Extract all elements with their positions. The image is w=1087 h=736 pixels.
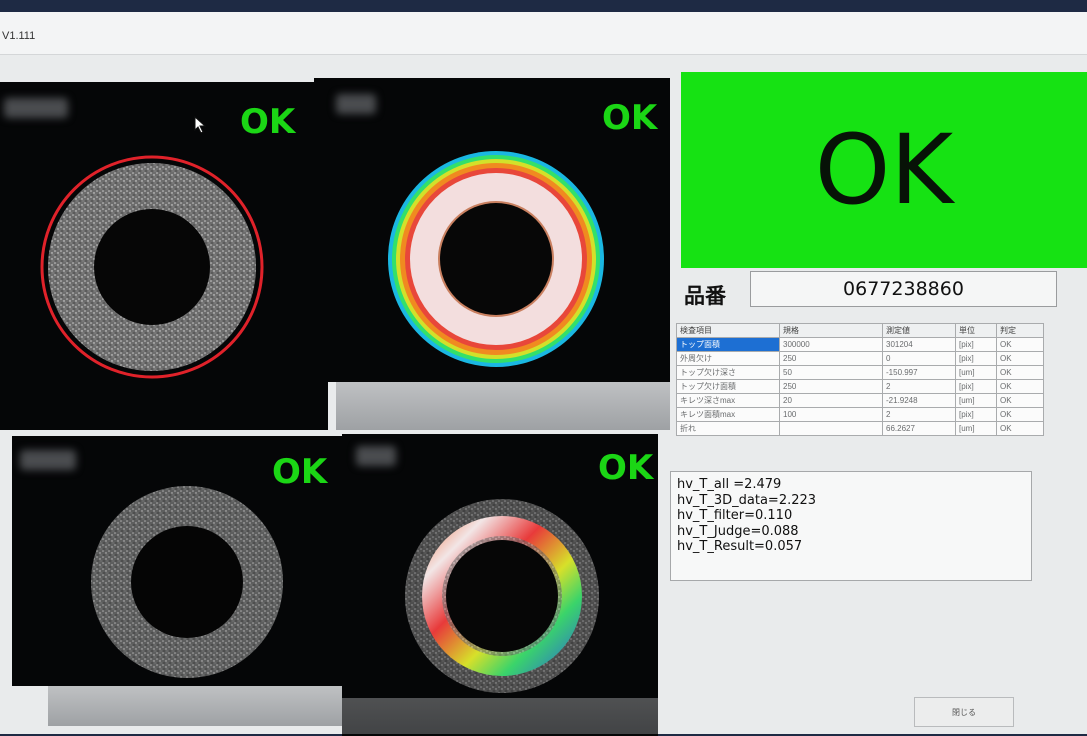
part-number-field[interactable]: 0677238860 — [750, 271, 1057, 307]
table-cell: トップ面積 — [676, 337, 780, 352]
view-height-map: OK — [314, 78, 670, 382]
col-header: 規格 — [779, 323, 883, 338]
table-cell: 外周欠け — [676, 351, 780, 366]
table-cell — [779, 421, 883, 436]
col-header: 測定値 — [882, 323, 956, 338]
ring-image-crack — [91, 486, 283, 678]
col-header: 単位 — [955, 323, 997, 338]
table-cell: 250 — [779, 379, 883, 394]
col-header: 検査項目 — [676, 323, 780, 338]
timing-line: hv_T_all =2.479 — [677, 477, 782, 492]
timing-line: hv_T_Result=0.057 — [677, 539, 803, 554]
view-crack: OK — [12, 436, 350, 686]
close-button[interactable]: 閉じる — [914, 697, 1014, 727]
view-floor-strip — [342, 698, 658, 734]
ring-image-rainbow — [405, 499, 599, 693]
table-row[interactable]: トップ欠け深さ 50 -150.997 [um] OK — [676, 365, 1044, 380]
ring-image-top — [40, 155, 264, 379]
table-cell: キレツ深さmax — [676, 393, 780, 408]
table-cell: 折れ — [676, 421, 780, 436]
col-header: 判定 — [996, 323, 1044, 338]
window-title: V1.111 — [2, 30, 36, 42]
table-cell: 100 — [779, 407, 883, 422]
table-cell: 50 — [779, 365, 883, 380]
table-cell: [pix] — [955, 337, 997, 352]
table-row[interactable]: 外周欠け 250 0 [pix] OK — [676, 351, 1044, 366]
overall-result-text: OK — [814, 114, 954, 226]
table-cell: 2 — [882, 379, 956, 394]
ring-image-heatmap — [388, 151, 604, 367]
timing-line: hv_T_3D_data=2.223 — [677, 492, 817, 508]
overall-result-banner: OK — [681, 72, 1087, 268]
table-cell: 0 — [882, 351, 956, 366]
title-bar: V1.111 — [0, 12, 1087, 55]
table-cell: -21.9248 — [882, 393, 956, 408]
table-cell: 300000 — [779, 337, 883, 352]
table-cell: [um] — [955, 365, 997, 380]
table-cell: OK — [996, 421, 1044, 436]
part-number-label: 品番 — [684, 284, 726, 308]
inspection-table: 検査項目 規格 測定値 単位 判定 トップ面積 300000 301204 [p… — [676, 323, 1044, 436]
table-cell: -150.997 — [882, 365, 956, 380]
table-cell: キレツ面積max — [676, 407, 780, 422]
table-cell: OK — [996, 379, 1044, 394]
table-cell: 250 — [779, 351, 883, 366]
table-cell: [um] — [955, 393, 997, 408]
view-floor-strip — [48, 686, 352, 726]
table-cell: [pix] — [955, 407, 997, 422]
table-row[interactable]: トップ面積 300000 301204 [pix] OK — [676, 337, 1044, 352]
timing-log: hv_T_all =2.479 hv_T_3D_data=2.223 hv_T_… — [670, 471, 1032, 581]
table-cell: 301204 — [882, 337, 956, 352]
table-cell: OK — [996, 365, 1044, 380]
table-cell: 66.2627 — [882, 421, 956, 436]
table-cell: トップ欠け深さ — [676, 365, 780, 380]
table-cell: [um] — [955, 421, 997, 436]
table-row[interactable]: キレツ深さmax 20 -21.9248 [um] OK — [676, 393, 1044, 408]
view-break: OK — [342, 434, 658, 736]
table-cell: トップ欠け面積 — [676, 379, 780, 394]
view-floor-strip — [336, 382, 670, 430]
table-cell: OK — [996, 407, 1044, 422]
table-cell: OK — [996, 337, 1044, 352]
table-cell: 2 — [882, 407, 956, 422]
table-row[interactable]: 折れ 66.2627 [um] OK — [676, 421, 1044, 436]
table-cell: OK — [996, 393, 1044, 408]
table-header-row: 検査項目 規格 測定値 単位 判定 — [676, 323, 1044, 338]
table-cell: [pix] — [955, 379, 997, 394]
table-row[interactable]: キレツ面積max 100 2 [pix] OK — [676, 407, 1044, 422]
table-cell: 20 — [779, 393, 883, 408]
timing-line: hv_T_filter=0.110 — [677, 508, 793, 523]
table-cell: [pix] — [955, 351, 997, 366]
timing-line: hv_T_Judge=0.088 — [677, 523, 799, 539]
table-cell: OK — [996, 351, 1044, 366]
table-row[interactable]: トップ欠け面積 250 2 [pix] OK — [676, 379, 1044, 394]
view-top-area: OK — [0, 82, 328, 430]
